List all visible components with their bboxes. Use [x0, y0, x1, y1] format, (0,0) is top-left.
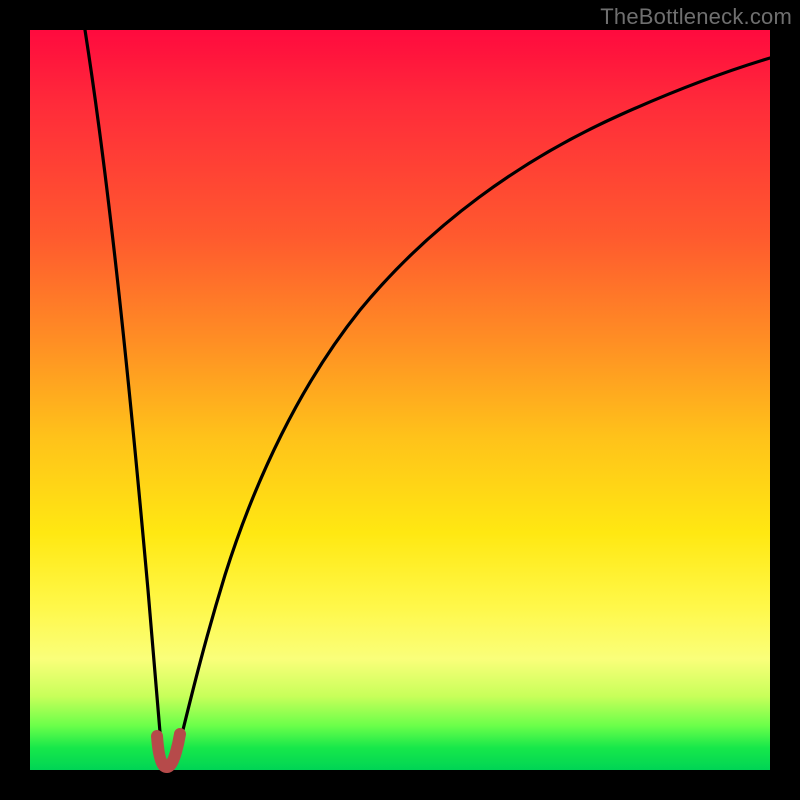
bottleneck-curve [30, 30, 770, 770]
plot-area [30, 30, 770, 770]
watermark-text: TheBottleneck.com [600, 4, 792, 30]
trough-marker [157, 734, 180, 767]
chart-frame: TheBottleneck.com [0, 0, 800, 800]
curve-path [85, 30, 770, 767]
